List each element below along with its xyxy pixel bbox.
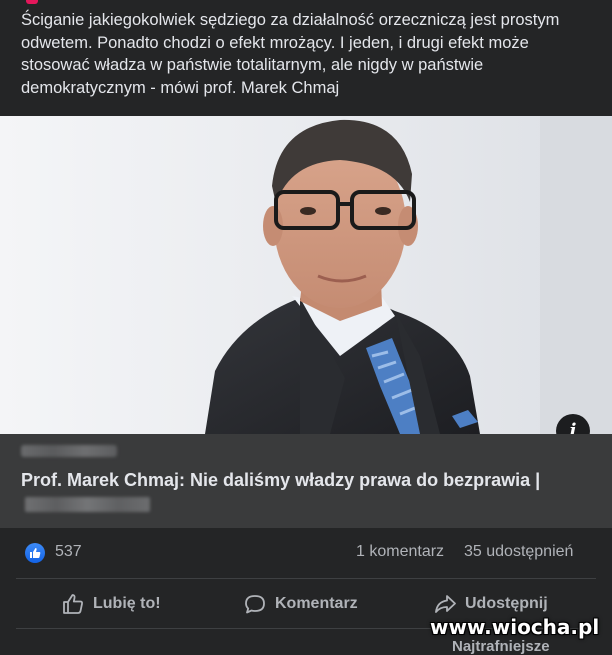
reactions-bar: 537 1 komentarz 35 udostępnień	[0, 528, 612, 578]
link-source-blurred	[25, 497, 150, 512]
like-reaction-icon[interactable]	[25, 543, 45, 563]
comments-sort-dropdown[interactable]: Najtrafniejsze	[452, 638, 550, 655]
share-button-label: Udostępnij	[465, 595, 548, 612]
thumbs-up-icon	[63, 594, 83, 614]
link-preview-image[interactable]	[0, 116, 612, 434]
post-text: Ściganie jakiegokolwiek sędziego za dzia…	[21, 11, 560, 97]
like-button[interactable]: Lubię to!	[62, 582, 161, 626]
portrait-photo	[0, 116, 612, 434]
likes-count[interactable]: 537	[55, 543, 82, 561]
link-title[interactable]: Prof. Marek Chmaj: Nie daliśmy władzy pr…	[21, 468, 561, 518]
watermark: www.wiocha.pl	[430, 615, 600, 639]
comments-sort-label: Najtrafniejsze	[452, 638, 550, 655]
share-arrow-icon	[435, 595, 456, 613]
link-title-text: Prof. Marek Chmaj: Nie daliśmy władzy pr…	[21, 470, 541, 490]
link-domain-blurred	[21, 445, 117, 457]
comments-count[interactable]: 1 komentarz	[356, 543, 444, 561]
like-button-label: Lubię to!	[93, 595, 161, 612]
page-avatar-edge[interactable]	[26, 0, 38, 4]
shares-count[interactable]: 35 udostępnień	[464, 543, 573, 561]
comment-bubble-icon	[245, 595, 265, 614]
link-preview[interactable]: Prof. Marek Chmaj: Nie daliśmy władzy pr…	[0, 434, 612, 528]
divider	[16, 578, 596, 579]
comment-button-label: Komentarz	[275, 595, 358, 612]
comment-button[interactable]: Komentarz	[244, 582, 358, 626]
